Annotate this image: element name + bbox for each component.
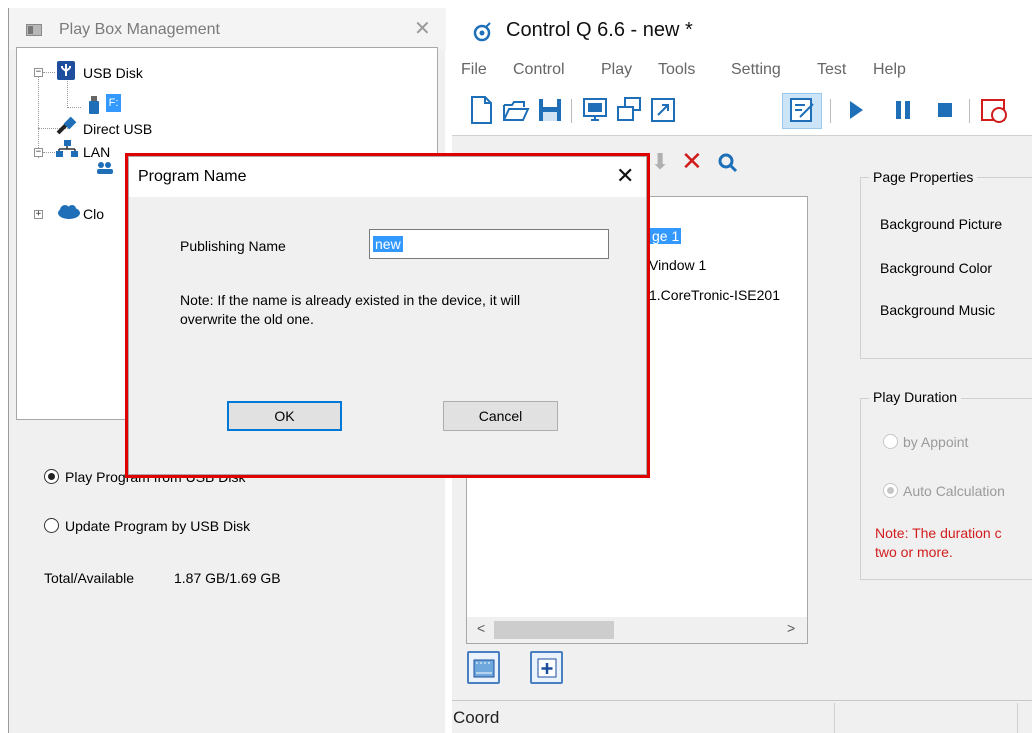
status-bar: Coord [452, 700, 1032, 733]
by-appoint-label: by Appoint [903, 434, 969, 450]
tree-item-drive-f[interactable]: F: [106, 94, 121, 112]
search-icon[interactable] [717, 152, 739, 174]
new-file-icon[interactable] [467, 95, 495, 125]
app-logo-icon [473, 22, 491, 42]
background-music-label: Background Music [880, 302, 996, 318]
scroll-thumb[interactable] [494, 621, 614, 639]
background-color-label: Background Color [880, 260, 993, 276]
add-page-button[interactable] [530, 651, 563, 684]
collapse-lan-toggle[interactable]: − [34, 148, 43, 157]
move-down-icon[interactable]: ⬇ [651, 149, 669, 175]
publishing-name-input[interactable]: new [369, 229, 609, 259]
menu-tools[interactable]: Tools [658, 61, 695, 79]
dialog-title-bar: Program Name ✕ [129, 157, 646, 197]
usb-cable-icon [56, 116, 77, 135]
menu-test[interactable]: Test [817, 61, 846, 79]
overwrite-note-line2: overwrite the old one. [180, 311, 314, 327]
overwrite-note: Note: If the name is already existed in … [180, 291, 520, 329]
menu-help[interactable]: Help [873, 61, 906, 79]
monitor-icon[interactable] [581, 95, 609, 125]
scroll-right-icon[interactable]: > [787, 620, 795, 636]
windows-icon[interactable] [615, 95, 643, 125]
coord-label: Coord [453, 708, 500, 727]
duration-note-line2: two or more. [875, 544, 953, 560]
close-icon[interactable]: ✕ [414, 19, 431, 39]
total-available-value: 1.87 GB/1.69 GB [174, 570, 281, 586]
program-name-dialog: Program Name ✕ Publishing Name new Note:… [125, 153, 650, 478]
film-icon [473, 659, 495, 678]
update-by-usb-radio[interactable] [44, 518, 59, 533]
users-icon [97, 162, 113, 174]
play-from-usb-radio[interactable] [44, 469, 59, 484]
usb-stick-icon [89, 96, 99, 114]
play-duration-title: Play Duration [869, 389, 962, 405]
stop-icon[interactable] [931, 95, 959, 125]
cancel-button[interactable]: Cancel [443, 401, 558, 431]
page-properties-title: Page Properties [869, 169, 978, 185]
save-icon[interactable] [536, 95, 564, 125]
publishing-name-label: Publishing Name [180, 238, 286, 254]
menu-play[interactable]: Play [601, 61, 632, 79]
auto-calculation-label: Auto Calculation [903, 483, 1005, 499]
schedule-icon[interactable] [979, 95, 1007, 125]
overwrite-note-line1: Note: If the name is already existed in … [180, 292, 521, 308]
dialog-close-icon[interactable]: ✕ [616, 165, 634, 187]
app-title-bar: Control Q 6.6 - new * [452, 8, 1032, 54]
fullscreen-icon[interactable] [649, 95, 677, 125]
program-toolbar: ⬇ ✕ [651, 146, 771, 176]
menu-control[interactable]: Control [513, 61, 565, 79]
usb-disk-icon [57, 61, 75, 80]
tree-item-media[interactable]: 1.CoreTronic-ISE201 [649, 287, 780, 303]
horizontal-scrollbar[interactable]: < > [467, 617, 807, 643]
tree-item-window[interactable]: Vindow 1 [649, 257, 706, 273]
total-available-label: Total/Available [44, 570, 135, 586]
ok-button[interactable]: OK [227, 401, 342, 431]
main-toolbar [452, 87, 1032, 135]
scroll-left-icon[interactable]: < [477, 620, 485, 636]
duration-note-line1: Note: The duration c [875, 525, 1002, 541]
network-icon [56, 140, 78, 157]
auto-calculation-radio[interactable] [883, 483, 898, 498]
background-picture-label: Background Picture [880, 216, 1003, 232]
app-title: Control Q 6.6 - new * [506, 19, 693, 41]
delete-icon[interactable]: ✕ [681, 146, 703, 177]
play-icon[interactable] [842, 95, 870, 125]
menu-bar: File Control Play Tools Setting Test Hel… [452, 54, 1032, 87]
collapse-usb-toggle[interactable]: − [34, 68, 43, 77]
update-by-usb-label: Update Program by USB Disk [65, 518, 251, 534]
add-media-button[interactable] [467, 651, 500, 684]
menu-setting[interactable]: Setting [731, 61, 781, 79]
pause-icon[interactable] [889, 95, 917, 125]
tree-item-page[interactable]: ge 1 [650, 228, 682, 244]
panel-title: Play Box Management [59, 21, 220, 38]
cloud-icon [58, 205, 80, 219]
open-folder-icon[interactable] [502, 95, 530, 125]
by-appoint-radio[interactable] [883, 434, 898, 449]
publishing-name-value: new [373, 236, 403, 252]
panel-title-bar: Play Box Management ✕ [9, 8, 446, 50]
add-icon [537, 658, 557, 678]
menu-file[interactable]: File [461, 61, 487, 79]
dialog-title: Program Name [138, 168, 247, 185]
expand-cloud-toggle[interactable]: + [34, 210, 43, 219]
window-icon [26, 24, 42, 36]
edit-icon[interactable] [788, 95, 816, 125]
